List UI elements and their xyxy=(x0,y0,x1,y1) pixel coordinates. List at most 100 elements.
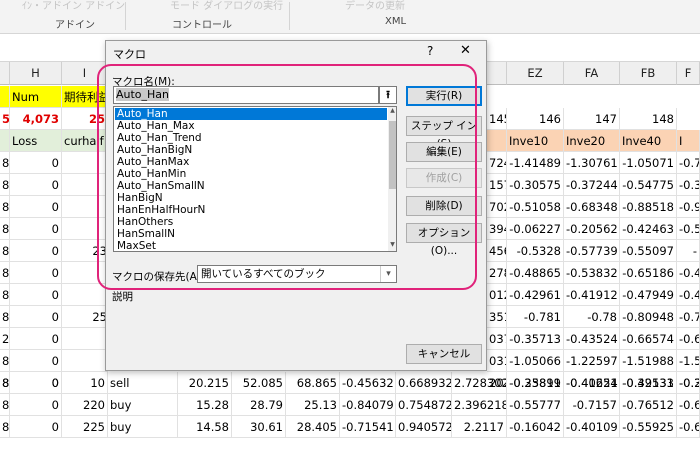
cell[interactable]: 8 xyxy=(0,416,10,438)
cell[interactable]: -0.43524 xyxy=(564,328,620,350)
cell[interactable]: 146 xyxy=(507,108,564,130)
cell[interactable]: -0.5328 xyxy=(507,240,564,262)
cell[interactable]: -1.51988 xyxy=(620,350,677,372)
cell[interactable]: -0.80948 xyxy=(620,306,677,328)
cell[interactable]: 0 xyxy=(10,218,62,240)
cell[interactable]: 5 xyxy=(0,108,10,130)
cell[interactable] xyxy=(0,86,10,108)
column-header-ez[interactable]: EZ xyxy=(507,62,564,85)
cell[interactable]: 2 xyxy=(0,328,10,350)
cell[interactable]: -0.6 xyxy=(677,416,700,438)
cell[interactable]: I xyxy=(677,130,700,152)
cell[interactable]: 0 xyxy=(10,174,62,196)
cell[interactable]: buy xyxy=(108,394,178,416)
cell[interactable]: 351 xyxy=(487,306,507,328)
cell[interactable]: 8 xyxy=(0,284,10,306)
cell[interactable]: -1.41489 xyxy=(507,152,564,174)
cell[interactable]: -0.42533 xyxy=(620,372,677,394)
cell[interactable]: -0.23891 xyxy=(507,372,564,394)
cell[interactable]: 14.58 xyxy=(178,416,232,438)
cell[interactable]: -0.4 xyxy=(677,284,700,306)
cell[interactable]: -1.05071 xyxy=(620,152,677,174)
cell[interactable]: 0 xyxy=(10,262,62,284)
cell[interactable]: 2.728302 xyxy=(452,372,507,394)
cell[interactable]: -0.42463 xyxy=(620,218,677,240)
cell[interactable]: 225 xyxy=(62,416,108,438)
column-header-ey[interactable] xyxy=(487,62,507,85)
cell[interactable]: 0 xyxy=(10,394,62,416)
cell[interactable]: -0.30575 xyxy=(507,174,564,196)
cell[interactable]: sell xyxy=(108,372,178,394)
cell[interactable]: 702 xyxy=(487,196,507,218)
cell-inve40-header[interactable]: Inve40 xyxy=(620,130,677,152)
cell[interactable]: 0 xyxy=(10,196,62,218)
cell[interactable]: -0.78 xyxy=(564,306,620,328)
cell-loss-header[interactable]: Loss xyxy=(10,130,62,152)
cell[interactable]: -0.66574 xyxy=(620,328,677,350)
cell[interactable]: 8 xyxy=(0,152,10,174)
cell[interactable]: -0.48865 xyxy=(507,262,564,284)
cell[interactable]: 145 xyxy=(487,108,507,130)
cell[interactable] xyxy=(62,350,108,372)
cell[interactable]: -0.68348 xyxy=(564,196,620,218)
cell[interactable]: 8 xyxy=(0,372,10,394)
cell[interactable]: -0.37244 xyxy=(564,174,620,196)
cell[interactable]: -0.4 xyxy=(677,262,700,284)
cell[interactable]: 0.754872 xyxy=(396,394,452,416)
cell[interactable]: -0.53832 xyxy=(564,262,620,284)
cell[interactable]: 0 xyxy=(10,372,62,394)
cell[interactable]: 0 xyxy=(10,152,62,174)
cell[interactable]: 0 xyxy=(10,240,62,262)
cell[interactable]: 0 xyxy=(10,350,62,372)
cell[interactable] xyxy=(0,130,10,152)
cell[interactable]: -1.5 xyxy=(677,350,700,372)
cell[interactable]: -0.55097 xyxy=(620,240,677,262)
cell[interactable]: 10 xyxy=(62,372,108,394)
cell-inve20-header[interactable]: Inve20 xyxy=(564,130,620,152)
help-icon[interactable]: ? xyxy=(427,44,433,58)
cell[interactable]: 724 xyxy=(487,152,507,174)
cell[interactable]: 8 xyxy=(0,350,10,372)
cell[interactable]: -0.47949 xyxy=(620,284,677,306)
cell[interactable]: 2.396218 xyxy=(452,394,507,416)
cell[interactable]: -0.6 xyxy=(677,328,700,350)
cell-num-header[interactable]: Num xyxy=(10,86,62,108)
cell[interactable]: 0 xyxy=(10,328,62,350)
cell[interactable]: 0 xyxy=(10,416,62,438)
cell[interactable] xyxy=(62,328,108,350)
cell[interactable]: 012 xyxy=(487,284,507,306)
cell[interactable]: 031 xyxy=(487,350,507,372)
cell[interactable]: 28.79 xyxy=(232,394,286,416)
cell[interactable]: -0.54775 xyxy=(620,174,677,196)
cell[interactable]: -0.55925 xyxy=(620,416,677,438)
cell[interactable]: 157 xyxy=(487,174,507,196)
cell[interactable]: 8 xyxy=(0,262,10,284)
cell[interactable]: -0.65186 xyxy=(620,262,677,284)
cell[interactable]: -0.41254 xyxy=(564,372,620,394)
cell[interactable]: 148 xyxy=(620,108,677,130)
cell[interactable]: 0.668932 xyxy=(396,372,452,394)
cell[interactable]: -0.7 xyxy=(677,306,700,328)
cell[interactable]: -0.42961 xyxy=(507,284,564,306)
cell[interactable]: 147 xyxy=(564,108,620,130)
cell[interactable]: 28.405 xyxy=(286,416,340,438)
cell[interactable]: 037 xyxy=(487,328,507,350)
cell[interactable]: 8 xyxy=(0,196,10,218)
column-header-g[interactable] xyxy=(0,62,10,85)
cell[interactable]: -0.7157 xyxy=(564,394,620,416)
cell[interactable]: -0.3 xyxy=(677,174,700,196)
cell[interactable]: -0.6 xyxy=(677,394,700,416)
cell[interactable]: -0.76512 xyxy=(620,394,677,416)
cell[interactable]: -0.55777 xyxy=(507,394,564,416)
cell[interactable]: -0.35713 xyxy=(507,328,564,350)
cancel-button[interactable]: キャンセル xyxy=(406,344,482,364)
column-header-fc[interactable]: F xyxy=(677,62,700,85)
cell[interactable]: 20.215 xyxy=(178,372,232,394)
cell[interactable]: -0.781 xyxy=(507,306,564,328)
cell[interactable]: -0.71541 xyxy=(340,416,396,438)
cell[interactable]: - xyxy=(677,240,700,262)
cell[interactable] xyxy=(487,130,507,152)
cell[interactable]: 68.865 xyxy=(286,372,340,394)
cell[interactable] xyxy=(62,284,108,306)
close-icon[interactable]: ✕ xyxy=(460,43,471,58)
